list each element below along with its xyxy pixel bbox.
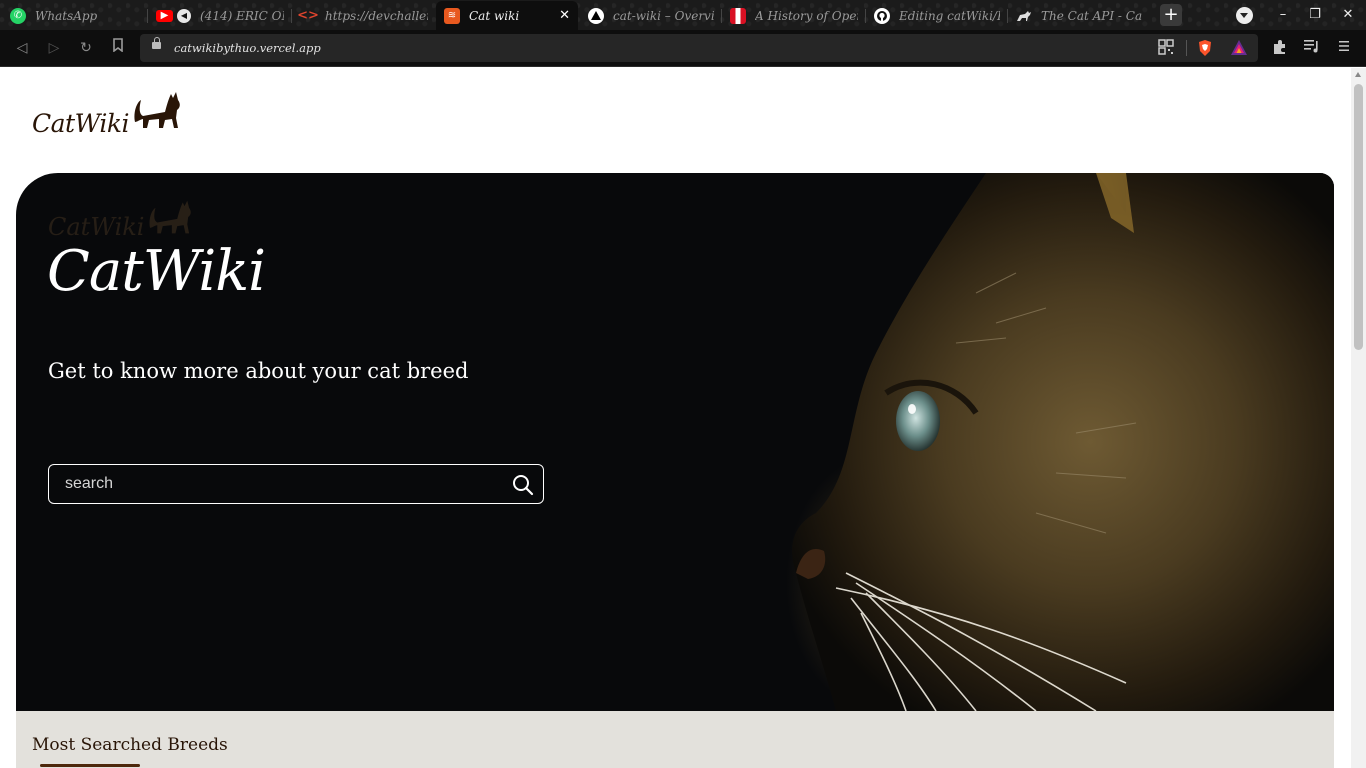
search-input[interactable] xyxy=(65,475,485,493)
tab-title: WhatsApp xyxy=(35,8,98,23)
search-icon[interactable] xyxy=(512,474,534,496)
tab-cat-wiki[interactable]: ≋ Cat wiki ✕ xyxy=(436,1,578,30)
address-bar[interactable]: catwikibythuo.vercel.app xyxy=(140,34,1258,62)
tab-opera-history[interactable]: A History of Opera xyxy=(722,1,866,30)
hero-title: CatWiki xyxy=(47,239,266,304)
github-icon xyxy=(874,7,890,24)
cat-photo-image xyxy=(792,173,1334,711)
close-window-button[interactable]: ✕ xyxy=(1332,0,1364,30)
tab-title: cat-wiki – Overview xyxy=(613,8,714,23)
speaker-icon[interactable]: ◀ xyxy=(177,8,191,23)
menu-icon[interactable] xyxy=(1335,39,1353,57)
brave-shields-icon[interactable] xyxy=(1196,39,1214,57)
reload-icon[interactable]: ↻ xyxy=(76,38,96,58)
tab-youtube[interactable]: ▶ ◀ (414) ERIC OM xyxy=(148,1,292,30)
tab-title: (414) ERIC OM xyxy=(200,8,284,23)
tab-strip: ✆ WhatsApp ▶ ◀ (414) ERIC OM <> https://… xyxy=(0,0,1366,30)
cat-silhouette-icon xyxy=(149,200,192,234)
hero-banner: CatWiki CatWiki Get to know more about y… xyxy=(16,173,1334,711)
browser-toolbar: ◁ ▷ ↻ catwikibythuo.vercel.app xyxy=(0,30,1366,67)
tab-devchallenges[interactable]: <> https://devchalleng xyxy=(292,1,436,30)
minimize-button[interactable]: – xyxy=(1267,0,1299,30)
back-icon[interactable]: ◁ xyxy=(12,38,32,58)
hero-ghost-logo: CatWiki xyxy=(48,197,194,241)
hero-tagline: Get to know more about your cat breed xyxy=(48,359,469,383)
qr-code-icon[interactable] xyxy=(1158,39,1176,57)
youtube-icon: ▶ xyxy=(156,9,173,22)
close-tab-icon[interactable]: ✕ xyxy=(559,8,570,23)
page-scrollbar[interactable] xyxy=(1351,68,1366,768)
extensions-icon[interactable] xyxy=(1271,39,1289,57)
tab-github[interactable]: Editing catWiki/R xyxy=(866,1,1008,30)
tab-title: Editing catWiki/R xyxy=(899,8,1000,23)
tab-whatsapp[interactable]: ✆ WhatsApp xyxy=(2,1,148,30)
tab-title: A History of Opera xyxy=(755,8,858,23)
tab-title: Cat wiki xyxy=(469,8,520,23)
scrollbar-thumb[interactable] xyxy=(1354,84,1363,350)
breed-search-box[interactable] xyxy=(48,464,544,504)
cat-silhouette-icon xyxy=(134,92,180,128)
cat-api-icon xyxy=(1016,8,1032,24)
most-searched-breeds-section: Most Searched Breeds xyxy=(16,711,1334,768)
tab-vercel[interactable]: cat-wiki – Overview xyxy=(580,1,722,30)
brave-rewards-icon[interactable] xyxy=(1230,39,1248,57)
tab-title: The Cat API - Cats xyxy=(1041,8,1142,23)
scroll-up-arrow-icon[interactable] xyxy=(1355,72,1361,77)
logo-text: CatWiki xyxy=(32,109,129,138)
ghost-logo-text: CatWiki xyxy=(48,213,145,241)
section-title: Most Searched Breeds xyxy=(32,735,228,755)
vercel-icon xyxy=(588,7,604,24)
tab-search-icon[interactable] xyxy=(1236,7,1253,24)
lock-icon xyxy=(152,37,161,49)
site-logo[interactable]: CatWiki xyxy=(32,90,183,138)
devchallenges-icon: <> xyxy=(297,8,319,23)
restore-button[interactable]: ❐ xyxy=(1299,0,1331,30)
whatsapp-icon: ✆ xyxy=(10,7,26,24)
title-underline xyxy=(40,764,140,767)
page-viewport: CatWiki CatWiki CatWiki Get to know more… xyxy=(0,68,1351,768)
new-tab-button[interactable]: + xyxy=(1160,4,1182,26)
forward-icon[interactable]: ▷ xyxy=(44,38,64,58)
flag-icon xyxy=(730,7,746,24)
bookmark-icon[interactable] xyxy=(108,38,128,58)
url-text[interactable]: catwikibythuo.vercel.app xyxy=(174,41,321,55)
catwiki-icon: ≋ xyxy=(444,7,460,24)
tab-title: https://devchalleng xyxy=(325,8,428,23)
media-playlist-icon[interactable] xyxy=(1303,39,1321,57)
tab-cat-api[interactable]: The Cat API - Cats xyxy=(1008,1,1150,30)
